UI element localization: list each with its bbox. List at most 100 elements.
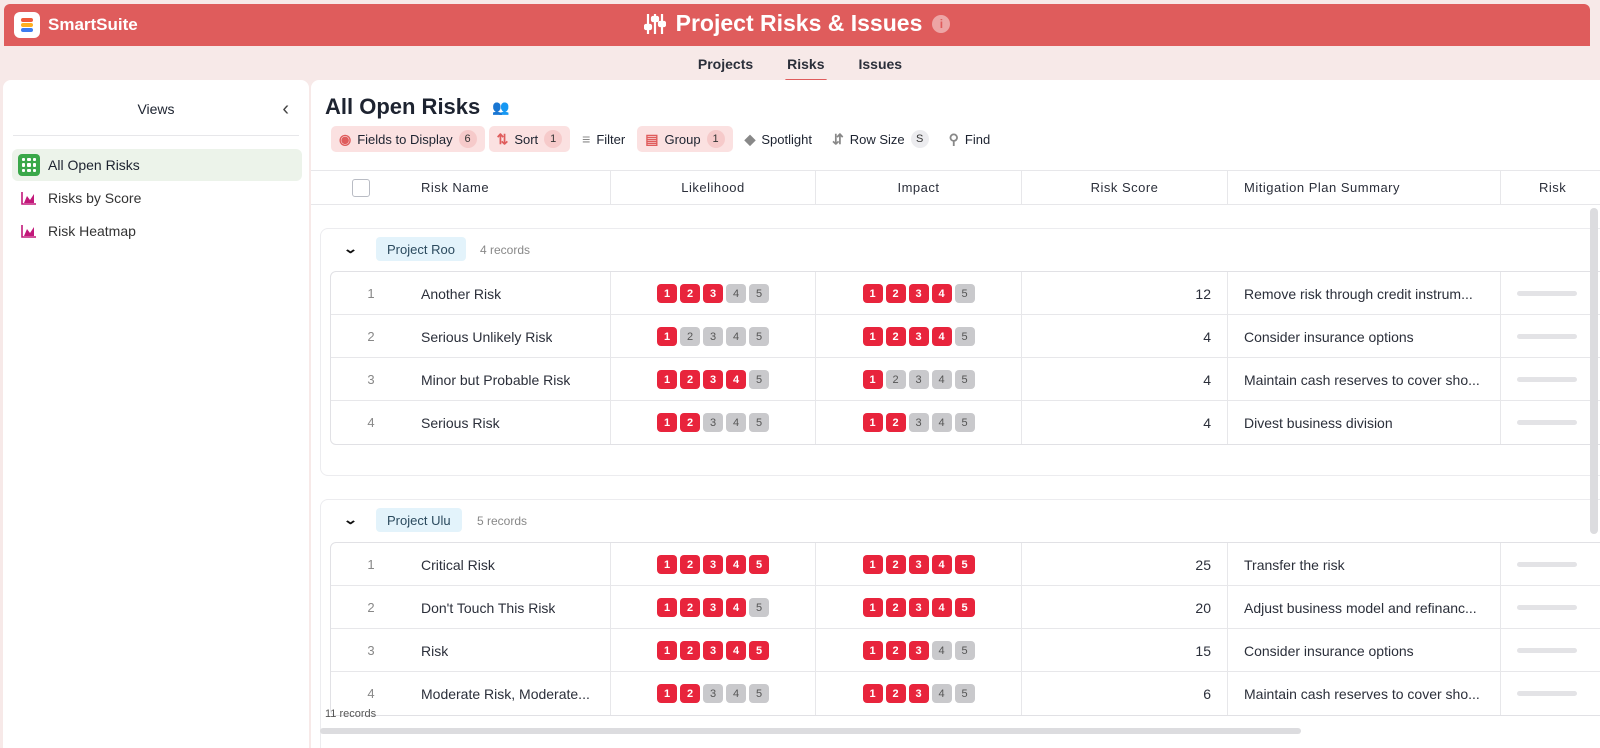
rating-box[interactable]: 4 <box>931 641 952 660</box>
rating-box[interactable]: 1 <box>657 598 677 617</box>
rating-box[interactable]: 1 <box>657 327 677 346</box>
view-title[interactable]: All Open Risks <box>325 94 480 120</box>
spotlight-button[interactable]: ◆ Spotlight <box>737 126 820 152</box>
rating-box[interactable]: 1 <box>862 370 883 389</box>
risk-name-cell[interactable]: Critical Risk <box>411 543 611 586</box>
rating-box[interactable]: 3 <box>908 327 929 346</box>
rating-box[interactable]: 2 <box>680 598 700 617</box>
view-item-risks-by-score[interactable]: Risks by Score <box>12 182 302 214</box>
tab-risks[interactable]: Risks <box>785 52 827 82</box>
table-row[interactable]: 3 Risk 1 2 3 4 5 1 2 3 4 5 15 Consider insurance opti… <box>331 629 1600 672</box>
horizontal-scrollbar[interactable] <box>320 728 1301 734</box>
rating-box[interactable]: 3 <box>703 684 723 703</box>
vertical-scrollbar[interactable] <box>1590 208 1598 534</box>
rating-box[interactable]: 2 <box>680 370 700 389</box>
select-all-checkbox[interactable] <box>352 178 370 197</box>
collapse-sidebar-icon[interactable]: ‹ <box>282 98 289 121</box>
likelihood-cell[interactable]: 12345 <box>611 629 816 672</box>
info-icon[interactable]: i <box>932 14 951 33</box>
rating-box[interactable]: 5 <box>954 555 975 574</box>
rating-box[interactable]: 4 <box>931 555 952 574</box>
view-item-all-open-risks[interactable]: All Open Risks <box>12 149 302 181</box>
rating-scale[interactable]: 12345 <box>862 641 975 660</box>
rating-box[interactable]: 3 <box>703 641 723 660</box>
rating-box[interactable]: 1 <box>862 555 883 574</box>
mitigation-cell[interactable]: Maintain cash reserves to cover sho... <box>1228 358 1501 401</box>
rating-scale[interactable]: 12345 <box>657 684 769 703</box>
rating-box[interactable]: 1 <box>862 684 883 703</box>
rating-scale[interactable]: 12345 <box>657 284 769 303</box>
rating-box[interactable]: 1 <box>657 684 677 703</box>
mitigation-cell[interactable]: Remove risk through credit instrum... <box>1228 272 1501 315</box>
rating-box[interactable]: 3 <box>908 284 929 303</box>
likelihood-cell[interactable]: 12345 <box>611 315 816 358</box>
risk-name-cell[interactable]: Don't Touch This Risk <box>411 586 611 629</box>
rating-box[interactable]: 5 <box>749 370 769 389</box>
impact-cell[interactable]: 12345 <box>816 629 1022 672</box>
rating-box[interactable]: 4 <box>726 555 746 574</box>
rating-scale[interactable]: 12345 <box>657 370 769 389</box>
table-row[interactable]: 1 Critical Risk 1 2 3 4 5 1 2 3 4 5 25 Transfer the r… <box>331 543 1600 586</box>
risk-extra-cell[interactable] <box>1501 315 1600 358</box>
rating-box[interactable]: 1 <box>657 641 677 660</box>
likelihood-cell[interactable]: 12345 <box>611 543 816 586</box>
rating-box[interactable]: 3 <box>908 370 929 389</box>
risk-name-cell[interactable]: Risk <box>411 629 611 672</box>
rating-scale[interactable]: 12345 <box>862 284 975 303</box>
risk-name-cell[interactable]: Moderate Risk, Moderate... <box>411 672 611 715</box>
rating-box[interactable]: 4 <box>726 598 746 617</box>
rating-scale[interactable]: 12345 <box>657 641 769 660</box>
rating-scale[interactable]: 12345 <box>862 370 975 389</box>
column-header-risk-extra[interactable]: Risk <box>1501 171 1600 204</box>
mitigation-cell[interactable]: Transfer the risk <box>1228 543 1501 586</box>
likelihood-cell[interactable]: 12345 <box>611 358 816 401</box>
impact-cell[interactable]: 12345 <box>816 358 1022 401</box>
tab-issues[interactable]: Issues <box>857 52 905 82</box>
table-row[interactable]: 3 Minor but Probable Risk 1 2 3 4 5 1 2 3 4 5 4 Maint… <box>331 358 1600 401</box>
rating-box[interactable]: 3 <box>703 555 723 574</box>
rating-scale[interactable]: 12345 <box>657 413 769 432</box>
rating-box[interactable]: 3 <box>703 284 723 303</box>
rating-box[interactable]: 5 <box>954 327 975 346</box>
rating-box[interactable]: 1 <box>657 370 677 389</box>
find-button[interactable]: ⚲ Find <box>941 126 999 152</box>
rating-box[interactable]: 2 <box>680 641 700 660</box>
rating-box[interactable]: 4 <box>726 413 746 432</box>
rating-box[interactable]: 4 <box>931 284 952 303</box>
rating-box[interactable]: 2 <box>885 555 906 574</box>
rating-box[interactable]: 2 <box>885 284 906 303</box>
table-row[interactable]: 4 Serious Risk 1 2 3 4 5 1 2 3 4 5 4 Divest business … <box>331 401 1600 444</box>
risk-name-cell[interactable]: Serious Risk <box>411 401 611 444</box>
rating-box[interactable]: 2 <box>680 284 700 303</box>
rating-box[interactable]: 5 <box>749 684 769 703</box>
group-button[interactable]: ▤ Group 1 <box>637 126 733 152</box>
risk-extra-cell[interactable] <box>1501 272 1600 315</box>
likelihood-cell[interactable]: 12345 <box>611 272 816 315</box>
rating-box[interactable]: 2 <box>885 370 906 389</box>
rating-box[interactable]: 4 <box>726 327 746 346</box>
rating-box[interactable]: 1 <box>862 284 883 303</box>
rating-box[interactable]: 1 <box>657 555 677 574</box>
rating-box[interactable]: 1 <box>657 284 677 303</box>
sort-button[interactable]: ⇅ Sort 1 <box>488 126 571 152</box>
rating-box[interactable]: 5 <box>749 284 769 303</box>
view-item-risk-heatmap[interactable]: Risk Heatmap <box>12 215 302 247</box>
column-header-impact[interactable]: Impact <box>816 171 1022 204</box>
impact-cell[interactable]: 12345 <box>816 672 1022 715</box>
risk-extra-cell[interactable] <box>1501 672 1600 715</box>
column-header-risk-name[interactable]: Risk Name <box>411 171 611 204</box>
tab-projects[interactable]: Projects <box>696 52 755 82</box>
rating-scale[interactable]: 12345 <box>657 327 769 346</box>
rating-box[interactable]: 4 <box>931 327 952 346</box>
rating-box[interactable]: 5 <box>954 284 975 303</box>
rating-box[interactable]: 3 <box>703 327 723 346</box>
rating-box[interactable]: 4 <box>931 598 952 617</box>
rating-box[interactable]: 5 <box>749 555 769 574</box>
rating-box[interactable]: 4 <box>931 413 952 432</box>
rating-box[interactable]: 1 <box>862 641 883 660</box>
rating-box[interactable]: 5 <box>954 370 975 389</box>
rating-box[interactable]: 5 <box>954 413 975 432</box>
table-row[interactable]: 4 Moderate Risk, Moderate... 1 2 3 4 5 1 2 3 4 5 6 Ma… <box>331 672 1600 715</box>
risk-name-cell[interactable]: Another Risk <box>411 272 611 315</box>
rating-box[interactable]: 3 <box>908 413 929 432</box>
